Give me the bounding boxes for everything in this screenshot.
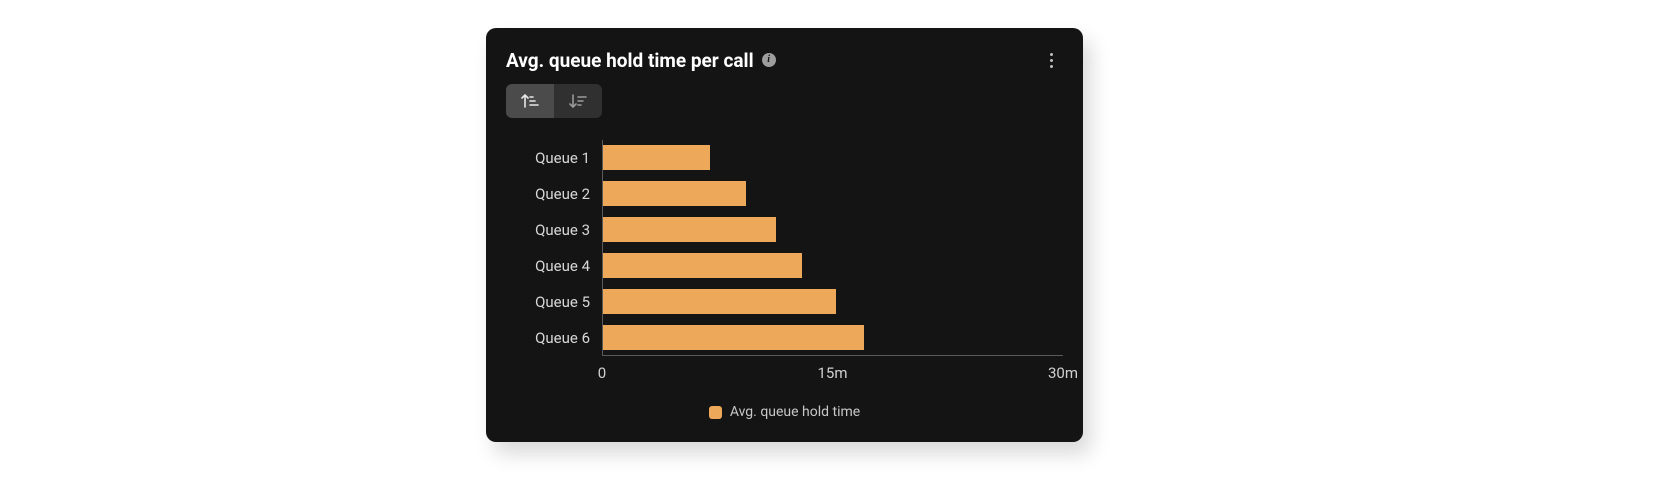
sort-ascending-icon — [521, 93, 539, 109]
y-axis-label: Queue 4 — [506, 248, 602, 284]
sort-descending-icon — [569, 93, 587, 109]
bar[interactable] — [603, 145, 710, 170]
y-axis-label: Queue 6 — [506, 320, 602, 356]
more-menu-button[interactable] — [1039, 48, 1063, 72]
x-axis-tick: 0 — [598, 364, 606, 382]
bar[interactable] — [603, 289, 836, 314]
bar[interactable] — [603, 217, 776, 242]
y-axis-label: Queue 5 — [506, 284, 602, 320]
bars-container — [603, 140, 1063, 355]
bar-row — [603, 212, 1063, 248]
sort-ascending-button[interactable] — [506, 84, 554, 118]
bar[interactable] — [603, 253, 802, 278]
y-axis-labels: Queue 1Queue 2Queue 3Queue 4Queue 5Queue… — [506, 140, 602, 356]
x-axis-tick: 30m — [1048, 364, 1078, 382]
sort-toggle — [506, 84, 602, 118]
bar-row — [603, 283, 1063, 319]
legend-swatch — [709, 406, 722, 419]
bar-row — [603, 247, 1063, 283]
bar-row — [603, 319, 1063, 355]
legend: Avg. queue hold time — [506, 404, 1063, 420]
card-header: Avg. queue hold time per call i — [506, 48, 1063, 72]
y-axis-label: Queue 3 — [506, 212, 602, 248]
legend-label: Avg. queue hold time — [730, 404, 860, 420]
bar[interactable] — [603, 181, 746, 206]
y-axis-label: Queue 2 — [506, 176, 602, 212]
plot-area — [602, 140, 1063, 356]
sort-descending-button[interactable] — [554, 84, 602, 118]
x-axis: 015m30m — [602, 364, 1063, 384]
chart-plot: Queue 1Queue 2Queue 3Queue 4Queue 5Queue… — [506, 140, 1063, 356]
bar[interactable] — [603, 325, 864, 350]
chart-card: Avg. queue hold time per call i Qu — [486, 28, 1083, 442]
bar-row — [603, 140, 1063, 176]
title-wrap: Avg. queue hold time per call i — [506, 49, 776, 72]
card-title: Avg. queue hold time per call — [506, 49, 754, 72]
y-axis-label: Queue 1 — [506, 140, 602, 176]
bar-row — [603, 176, 1063, 212]
x-axis-tick: 15m — [817, 364, 847, 382]
info-icon[interactable]: i — [762, 53, 776, 67]
